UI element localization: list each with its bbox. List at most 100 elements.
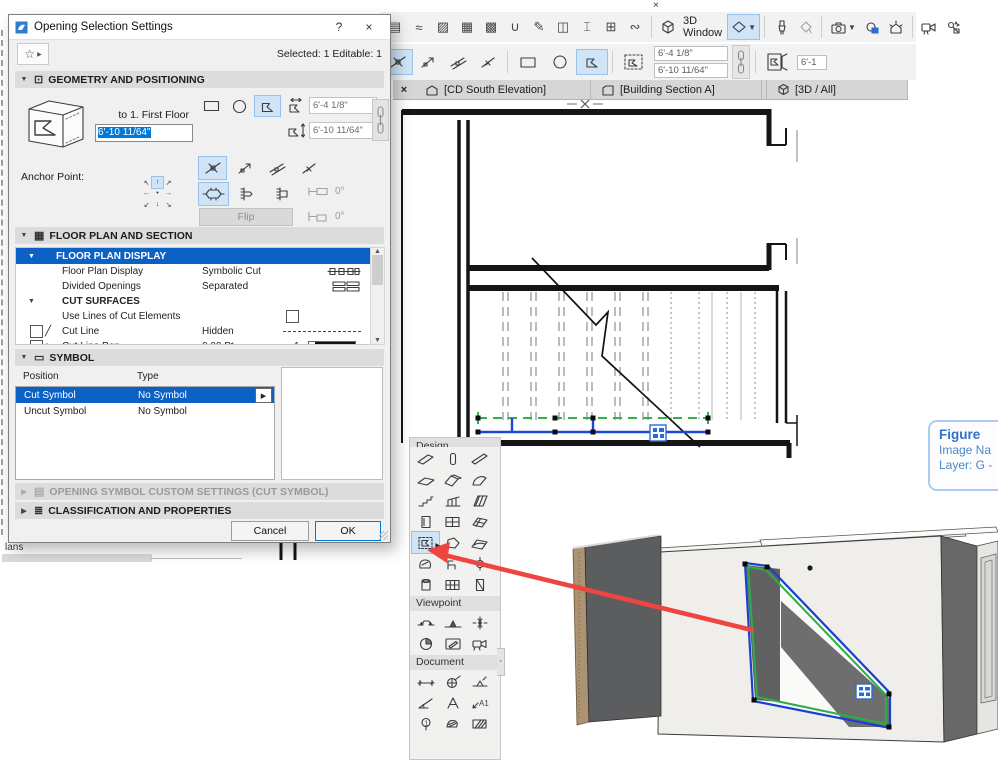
cut-line-pen-checkbox[interactable] — [30, 340, 43, 344]
section-symbol[interactable]: ▼ ▭ SYMBOL — [15, 349, 384, 366]
section-geometry[interactable]: ▼ ⊡ GEOMETRY AND POSITIONING — [15, 71, 384, 88]
dialog-close-button[interactable]: × — [354, 20, 384, 34]
tab-cd-south-elevation[interactable]: [CD South Elevation] — [415, 80, 591, 99]
anchor-mid-right[interactable]: → — [163, 188, 174, 199]
symbol-row-cut[interactable]: Cut Symbol No Symbol ▶ — [16, 387, 274, 403]
profile-u-icon[interactable]: ∪ — [504, 15, 526, 39]
anchor-top-center[interactable]: ↑ — [151, 176, 164, 189]
dialog-help-button[interactable]: ? — [324, 20, 354, 34]
table-row-floor-plan-display[interactable]: Floor Plan Display Symbolic Cut — [16, 264, 371, 279]
stair-tool[interactable] — [412, 490, 439, 511]
anchor-point-grid[interactable]: ↖ ↑ ↗ ← • → ↙ ↓ ↘ — [141, 176, 174, 210]
table-group-header[interactable]: ▼ FLOOR PLAN DISPLAY — [16, 248, 371, 264]
schedule-grid-icon[interactable]: ⊞ — [600, 15, 622, 39]
height-field[interactable]: 6'-10 11/64" — [309, 122, 377, 139]
dialog-title-bar[interactable]: Opening Selection Settings ? × — [9, 15, 390, 40]
column-tool[interactable] — [439, 448, 466, 469]
slab-tool[interactable] — [412, 469, 439, 490]
morph-tool[interactable] — [439, 532, 466, 553]
anchor-bottom-left[interactable]: ↙ — [141, 199, 152, 210]
section-classification[interactable]: ▶ ≣ CLASSIFICATION AND PROPERTIES — [15, 502, 384, 519]
extrude-direction-1-button[interactable] — [198, 156, 227, 180]
niche-direction-3-button[interactable] — [444, 50, 472, 74]
table-row-cut-line-pen[interactable]: ‖ Cut Line Pen 0.00 Pt 1 — [16, 339, 371, 344]
cancel-button[interactable]: Cancel — [231, 521, 309, 541]
infobox-width-field[interactable]: 6'-4 1/8" — [654, 46, 728, 61]
section-tool[interactable] — [412, 612, 439, 633]
level-dimension-tool[interactable] — [466, 671, 493, 692]
anchor-top-right[interactable]: ↗ — [163, 177, 174, 188]
link-chain-icon[interactable]: ∾ — [624, 15, 646, 39]
elevation-tool[interactable] — [439, 612, 466, 633]
zone-tool[interactable] — [412, 553, 439, 574]
palette-resize-handle[interactable]: ▪ — [497, 648, 505, 676]
flip-button[interactable]: Flip — [199, 208, 293, 226]
curtain-wall-tool[interactable] — [466, 490, 493, 511]
width-field[interactable]: 6'-4 1/8" — [309, 97, 377, 114]
door-tool[interactable] — [412, 511, 439, 532]
height-input[interactable]: 6'-10 11/64" — [95, 124, 193, 142]
dialog-shape-rectangle-button[interactable] — [199, 96, 224, 116]
beam-section-icon[interactable]: ⌶ — [576, 15, 598, 39]
extrude-direction-2-button[interactable] — [231, 157, 258, 179]
table-row-cut-line[interactable]: ╱ Cut Line Hidden — [16, 324, 371, 339]
worksheet-tool[interactable] — [439, 633, 466, 654]
pen-tool-icon[interactable]: ✎ — [528, 15, 550, 39]
wall-closure-3-button[interactable] — [267, 183, 296, 205]
anchor-center[interactable]: • — [152, 188, 163, 199]
sun-study-icon[interactable] — [885, 15, 907, 39]
render-settings-icon[interactable] — [861, 15, 883, 39]
view-mode-button[interactable]: ▼ — [727, 14, 761, 40]
scroll-down-icon[interactable]: ▼ — [374, 337, 381, 344]
chain-link-button[interactable] — [732, 45, 750, 79]
panel-tool[interactable] — [466, 574, 493, 595]
panel-icon[interactable]: ◫ — [552, 15, 574, 39]
mesh-grid-tool[interactable] — [439, 574, 466, 595]
dialog-shape-circle-button[interactable] — [227, 96, 252, 116]
hatch-icon[interactable]: ▨ — [432, 15, 454, 39]
tab-close-button[interactable]: × — [393, 80, 415, 99]
fill-tool[interactable] — [439, 713, 466, 734]
interior-elevation-tool[interactable] — [466, 612, 493, 633]
table-subheader-cut-surfaces[interactable]: ▼ CUT SURFACES — [16, 294, 371, 309]
anchor-bottom-right[interactable]: ↘ — [163, 199, 174, 210]
window-tool[interactable] — [439, 511, 466, 532]
symbol-row-uncut[interactable]: Uncut Symbol No Symbol — [16, 403, 274, 419]
wall-closure-2-button[interactable] — [233, 183, 262, 205]
table-scrollbar[interactable]: ▲ ▼ — [370, 247, 385, 345]
tab-3d-all[interactable]: [3D / All] — [766, 80, 908, 99]
text-tool[interactable] — [439, 692, 466, 713]
object-tool[interactable] — [439, 553, 466, 574]
section-floor-plan[interactable]: ▼ ▦ FLOOR PLAN AND SECTION — [15, 227, 384, 244]
hatch-tool[interactable] — [466, 713, 493, 734]
ok-button[interactable]: OK — [315, 521, 381, 541]
shell-tool[interactable] — [466, 469, 493, 490]
dialog-resize-grip[interactable] — [379, 531, 388, 540]
radial-dimension-tool[interactable] — [439, 671, 466, 692]
camera-tool[interactable] — [466, 633, 493, 654]
niche-direction-2-button[interactable] — [414, 50, 442, 74]
shape-custom-button[interactable] — [576, 49, 608, 75]
object-cylinder-tool[interactable] — [412, 574, 439, 595]
mesh-wave-icon[interactable]: ≈ — [408, 15, 430, 39]
mesh-tool[interactable] — [466, 532, 493, 553]
skylight-tool[interactable] — [466, 511, 493, 532]
angle-dimension-tool[interactable] — [412, 692, 439, 713]
shape-circle-button[interactable] — [545, 50, 575, 74]
scrollbar-thumb[interactable] — [372, 255, 383, 285]
section-opening-symbol[interactable]: ▶ ▤ OPENING SYMBOL CUSTOM SETTINGS (CUT … — [15, 483, 384, 500]
dimension-tool[interactable] — [412, 671, 439, 692]
beam-tool[interactable] — [466, 448, 493, 469]
chain-button[interactable] — [372, 99, 389, 141]
detail-tool[interactable] — [412, 633, 439, 654]
building-model-icon[interactable]: ▦ — [456, 15, 478, 39]
dialog-shape-custom-button[interactable] — [254, 95, 281, 117]
flythrough-camera-icon[interactable] — [918, 15, 940, 39]
zone-stamp-tool[interactable]: 1 — [412, 713, 439, 734]
wall-closure-1-button[interactable] — [198, 182, 229, 206]
paint-bucket-icon[interactable] — [794, 15, 816, 39]
railing-tool[interactable] — [439, 490, 466, 511]
opening-tool[interactable]: ▶ — [411, 531, 440, 554]
anchor-mid-left[interactable]: ← — [141, 188, 152, 199]
pen-color-swatch[interactable] — [308, 341, 356, 344]
